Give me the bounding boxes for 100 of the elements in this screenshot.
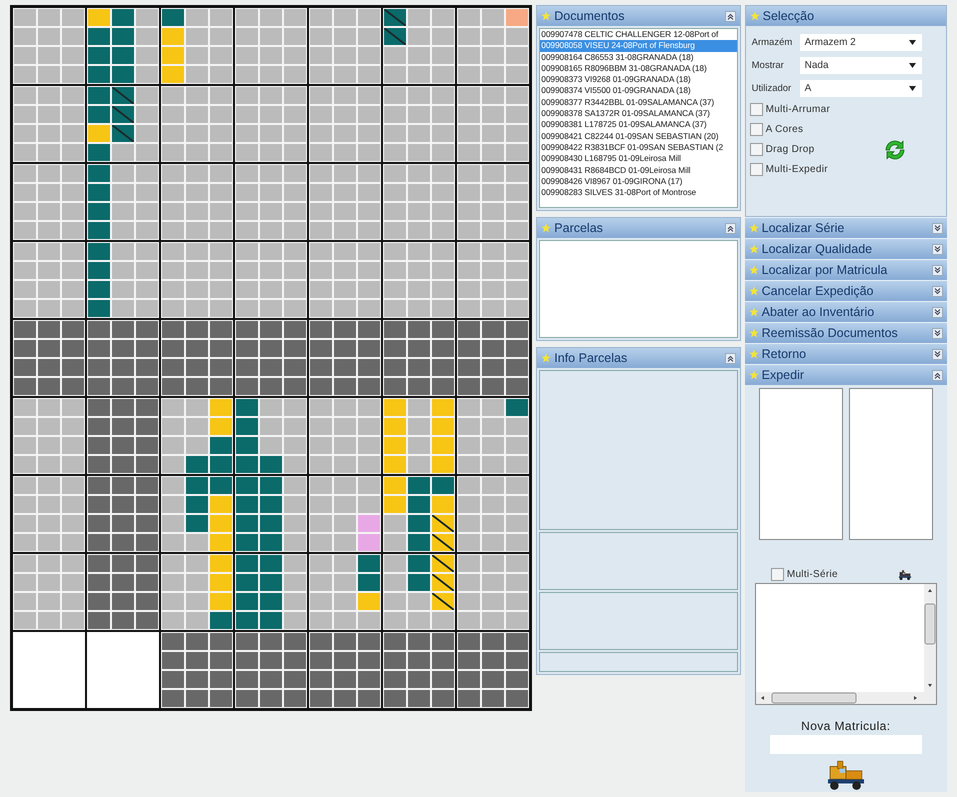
- checkbox[interactable]: [750, 143, 763, 156]
- blocked-slot: [136, 399, 158, 416]
- expand-icon[interactable]: [932, 286, 943, 296]
- blocked-slot: [260, 652, 282, 669]
- checkbox-label: Drag Drop: [766, 144, 814, 155]
- list-item[interactable]: 009908165 R8096BBM 31-08GRANADA (18): [540, 62, 737, 74]
- checkbox-label: Multi-Série: [786, 569, 838, 580]
- blocked-slot: [408, 321, 430, 338]
- checkbox-label: Multi-Expedir: [766, 164, 828, 175]
- list-item[interactable]: 009908283 SILVES 31-08Port of Montrose: [540, 187, 737, 198]
- panel-header[interactable]: Cancelar Expedição: [744, 281, 947, 301]
- blocked-slot: [88, 456, 110, 473]
- blocked-slot: [506, 340, 528, 357]
- panel-header[interactable]: Abater ao Inventário: [744, 302, 947, 322]
- field-label: Nova Matricula:: [801, 719, 890, 733]
- checkbox[interactable]: [770, 568, 784, 581]
- truck-icon[interactable]: [828, 760, 864, 790]
- list-box[interactable]: [848, 388, 933, 540]
- blocked-slot: [14, 359, 36, 376]
- panel-header[interactable]: Retorno: [744, 344, 947, 364]
- panel-header[interactable]: Localizar por Matricula: [744, 260, 947, 280]
- list-item[interactable]: 009908422 R3831BCF 01-09SAN SEBASTIAN (2: [540, 142, 737, 154]
- list-box[interactable]: [758, 388, 843, 540]
- collapse-icon[interactable]: [724, 10, 736, 22]
- list-item[interactable]: 009908426 VI8967 01-09GIRONA (17): [540, 176, 737, 188]
- checkbox[interactable]: [750, 163, 763, 176]
- list-item[interactable]: 009908381 L178725 01-09SALAMANCA (37): [540, 119, 737, 131]
- panel-header[interactable]: Info Parcelas: [537, 348, 740, 368]
- panel-header[interactable]: Expedir: [744, 365, 947, 385]
- checkbox[interactable]: [750, 123, 763, 136]
- blocked-slot: [88, 477, 110, 494]
- blocked-slot: [88, 593, 110, 610]
- blocked-slot: [334, 690, 356, 707]
- truck-icon[interactable]: [898, 570, 912, 580]
- list-item[interactable]: 009908421 C82244 01-09SAN SEBASTIAN (20): [540, 130, 737, 142]
- blocked-slot: [384, 359, 406, 376]
- blocked-slot: [112, 456, 134, 473]
- blocked-slot: [38, 359, 60, 376]
- blocked-slot: [260, 340, 282, 357]
- blocked-slot: [136, 515, 158, 532]
- expand-icon[interactable]: [932, 222, 943, 234]
- list-item[interactable]: 009908430 L168795 01-09Leirosa Mill: [540, 153, 737, 165]
- collapse-icon[interactable]: [932, 370, 943, 380]
- blocked-slot: [88, 399, 110, 416]
- blocked-slot: [284, 690, 306, 707]
- blocked-slot: [112, 612, 134, 629]
- checkbox[interactable]: [750, 103, 763, 116]
- expand-icon[interactable]: [932, 348, 943, 360]
- blocked-slot: [136, 555, 158, 572]
- list-item[interactable]: 009908164 C86553 31-08GRANADA (18): [540, 52, 737, 63]
- expand-icon[interactable]: [932, 328, 943, 338]
- panel-header[interactable]: Documentos: [537, 6, 740, 26]
- collapse-icon[interactable]: [724, 352, 736, 364]
- panel-header[interactable]: Localizar Qualidade: [744, 239, 947, 259]
- blocked-slot: [186, 321, 208, 338]
- blocked-slot: [284, 321, 306, 338]
- blocked-slot: [38, 340, 60, 357]
- blocked-slot: [136, 593, 158, 610]
- list-item[interactable]: 009908378 SA1372R 01-09SALAMANCA (37): [540, 108, 737, 120]
- dropdown[interactable]: Armazem 2: [800, 34, 922, 51]
- blocked-slot: [236, 340, 258, 357]
- blocked-slot: [358, 359, 380, 376]
- blocked-slot: [162, 690, 184, 707]
- list-item[interactable]: 009908373 VI9268 01-09GRANADA (18): [540, 74, 737, 86]
- blocked-slot: [506, 321, 528, 338]
- list-item[interactable]: 009907478 CELTIC CHALLENGER 12-08Port of: [540, 29, 737, 40]
- dropdown[interactable]: Nada: [800, 57, 922, 74]
- panel-header[interactable]: Reemissão Documentos: [744, 323, 947, 343]
- panel-header[interactable]: Localizar Série: [744, 218, 947, 238]
- blocked-slot: [112, 378, 134, 395]
- blocked-slot: [14, 340, 36, 357]
- star-icon: [541, 223, 552, 233]
- collapse-icon[interactable]: [724, 222, 736, 234]
- dropdown[interactable]: A: [800, 80, 922, 97]
- panel-header[interactable]: Parcelas: [537, 218, 740, 238]
- blocked-slot: [136, 534, 158, 551]
- input-field[interactable]: [770, 735, 922, 754]
- blocked-slot: [482, 359, 504, 376]
- blocked-slot: [186, 633, 208, 650]
- caret-icon: [908, 40, 916, 45]
- expand-icon[interactable]: [932, 264, 943, 276]
- blocked-slot: [112, 399, 134, 416]
- list-item[interactable]: 009908431 R8684BCD 01-09Leirosa Mill: [540, 164, 737, 176]
- blocked-slot: [136, 477, 158, 494]
- list-item[interactable]: 009908377 R3442BBL 01-09SALAMANCA (37): [540, 96, 737, 108]
- blocked-slot: [162, 321, 184, 338]
- list-item[interactable]: 009908374 VI5500 01-09GRANADA (18): [540, 85, 737, 97]
- blocked-slot: [88, 340, 110, 357]
- blocked-slot: [236, 321, 258, 338]
- blocked-slot: [506, 359, 528, 376]
- expand-icon[interactable]: [932, 244, 943, 254]
- panel-header[interactable]: Selecção: [746, 6, 946, 26]
- blocked-slot: [384, 690, 406, 707]
- blocked-slot: [112, 496, 134, 513]
- blocked-slot: [112, 321, 134, 338]
- blocked-slot: [162, 378, 184, 395]
- blocked-slot: [482, 378, 504, 395]
- expand-icon[interactable]: [932, 306, 943, 318]
- star-icon: [748, 223, 759, 233]
- blocked-slot: [482, 340, 504, 357]
